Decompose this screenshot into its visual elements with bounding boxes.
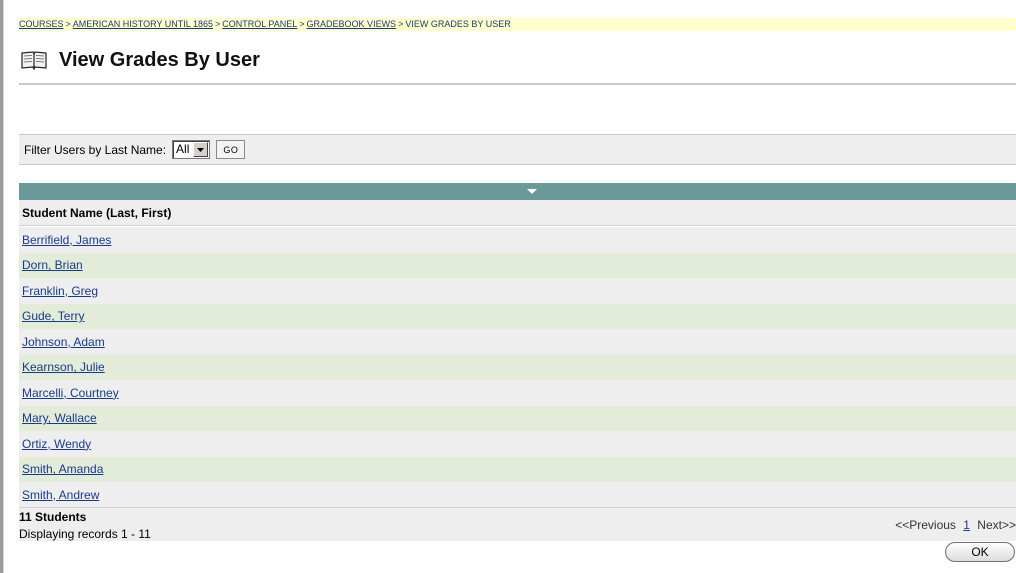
- breadcrumb-control-panel[interactable]: CONTROL PANEL: [222, 19, 297, 29]
- breadcrumb-separator: >: [299, 19, 305, 29]
- table-row: Mary, Wallace: [19, 405, 1016, 431]
- previous-link[interactable]: <<Previous: [895, 518, 956, 532]
- window-border-highlight: [3, 0, 4, 573]
- last-name-filter-select[interactable]: All: [172, 140, 211, 159]
- chevron-down-icon[interactable]: [193, 142, 209, 157]
- breadcrumb-courses[interactable]: COURSES: [19, 19, 64, 29]
- go-button[interactable]: GO: [216, 140, 246, 159]
- next-link[interactable]: Next>>: [977, 518, 1016, 532]
- breadcrumb: COURSES > AMERICAN HISTORY UNTIL 1865 > CONT…: [19, 18, 1016, 31]
- filter-label: Filter Users by Last Name:: [24, 142, 167, 157]
- student-link[interactable]: Dorn, Brian: [22, 258, 83, 272]
- ok-button[interactable]: OK: [945, 542, 1015, 562]
- records-display: Displaying records 1 - 11: [19, 527, 151, 541]
- table-row: Smith, Amanda: [19, 456, 1016, 482]
- student-link[interactable]: Ortiz, Wendy: [22, 437, 91, 451]
- student-link[interactable]: Johnson, Adam: [22, 335, 105, 349]
- column-header-student-name[interactable]: Student Name (Last, First): [19, 200, 1016, 226]
- breadcrumb-separator: >: [398, 19, 404, 29]
- breadcrumb-separator: >: [215, 19, 221, 29]
- table-row: Ortiz, Wendy: [19, 431, 1016, 457]
- student-link[interactable]: Gude, Terry: [22, 309, 84, 323]
- title-divider: [19, 83, 1016, 85]
- table-row: Gude, Terry: [19, 303, 1016, 329]
- student-link[interactable]: Mary, Wallace: [22, 411, 97, 425]
- table-sort-bar: [19, 183, 1016, 200]
- table-row: Dorn, Brian: [19, 252, 1016, 278]
- page-header: View Grades By User: [21, 46, 260, 74]
- filter-bar: Filter Users by Last Name: All GO: [19, 134, 1016, 165]
- table-row: Marcelli, Courtney: [19, 380, 1016, 406]
- table-row: Smith, Andrew: [19, 482, 1016, 508]
- student-link[interactable]: Smith, Amanda: [22, 462, 103, 476]
- student-list: Berrifield, James Dorn, Brian Franklin, …: [19, 227, 1016, 508]
- page-link-1[interactable]: 1: [963, 518, 970, 532]
- table-row: Franklin, Greg: [19, 278, 1016, 304]
- student-link[interactable]: Franklin, Greg: [22, 284, 98, 298]
- sort-down-icon[interactable]: [527, 189, 537, 194]
- page-title: View Grades By User: [59, 48, 260, 71]
- student-link[interactable]: Berrifield, James: [22, 233, 111, 247]
- student-link[interactable]: Kearnson, Julie: [22, 360, 105, 374]
- student-link[interactable]: Smith, Andrew: [22, 488, 99, 502]
- table-row: Kearnson, Julie: [19, 354, 1016, 380]
- student-count: 11 Students: [19, 510, 87, 524]
- breadcrumb-separator: >: [65, 19, 71, 29]
- filter-selected-value: All: [176, 142, 190, 156]
- breadcrumb-gradebook-views[interactable]: GRADEBOOK VIEWS: [307, 19, 397, 29]
- table-row: Berrifield, James: [19, 227, 1016, 253]
- student-link[interactable]: Marcelli, Courtney: [22, 386, 119, 400]
- table-footer: 11 Students Displaying records 1 - 11 <<…: [19, 507, 1016, 541]
- book-icon: [21, 51, 47, 70]
- pagination: <<Previous 1 Next>>: [895, 518, 1016, 532]
- table-row: Johnson, Adam: [19, 329, 1016, 355]
- breadcrumb-current: VIEW GRADES BY USER: [405, 19, 511, 29]
- breadcrumb-course[interactable]: AMERICAN HISTORY UNTIL 1865: [73, 19, 213, 29]
